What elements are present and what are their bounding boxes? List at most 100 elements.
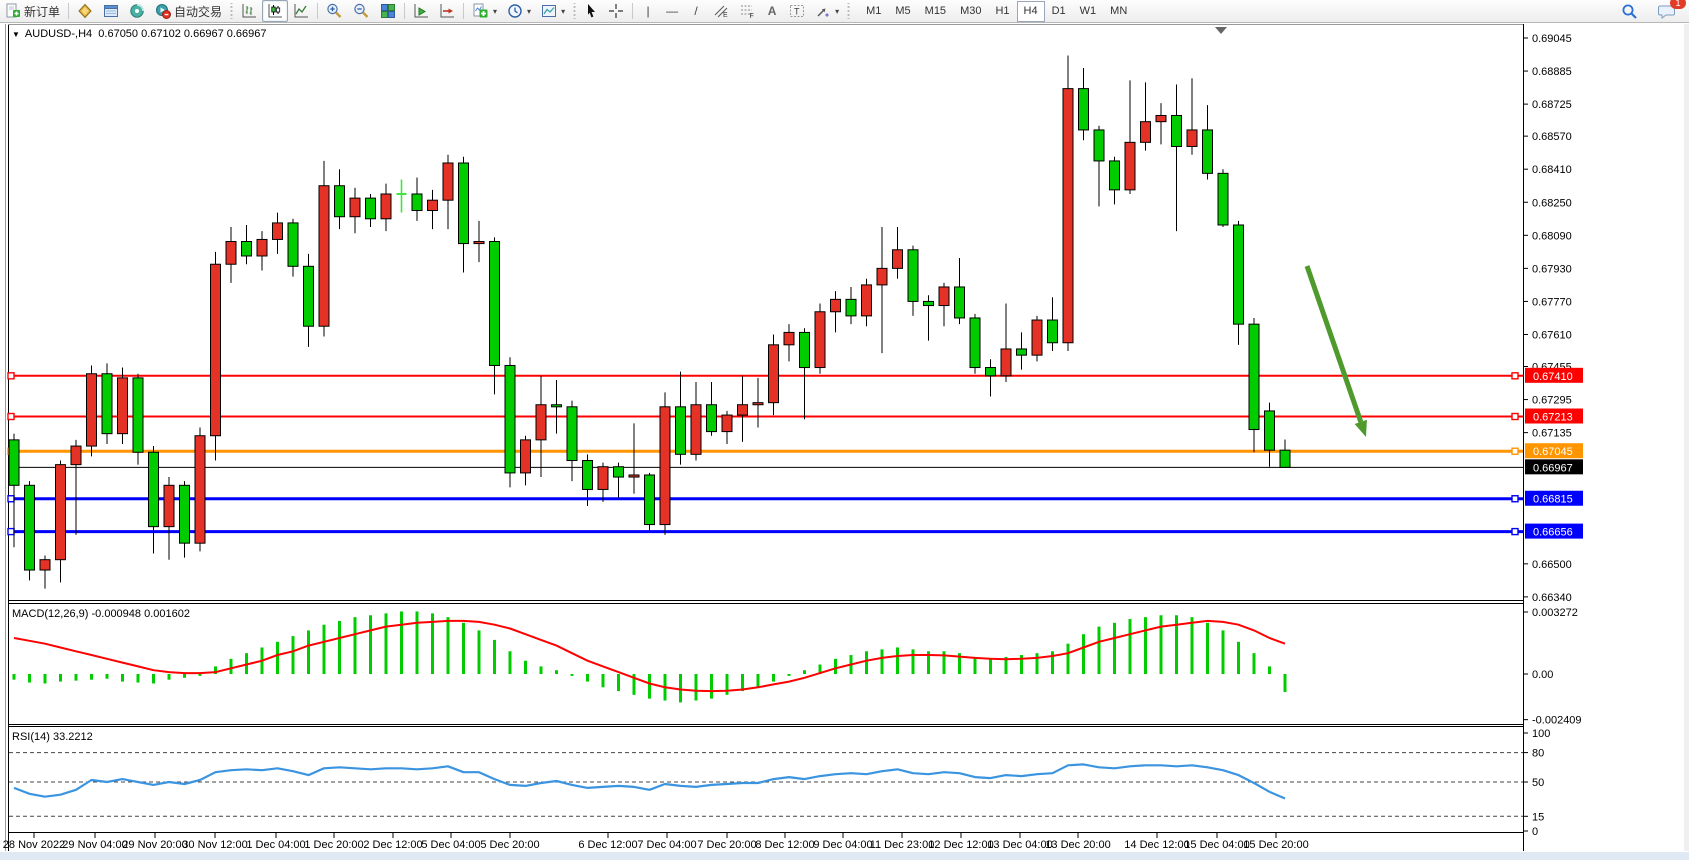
notifications-button[interactable]: 1: [1653, 0, 1681, 22]
macd-label: MACD(12,26,9) -0.000948 0.001602: [12, 608, 190, 620]
svg-text:0.68090: 0.68090: [1532, 230, 1572, 242]
timeframe-d1[interactable]: D1: [1045, 1, 1073, 22]
horizontal-line-button[interactable]: —: [660, 0, 684, 22]
bar-chart-button[interactable]: [236, 0, 262, 22]
zoom-out-button[interactable]: [348, 0, 375, 22]
chart-svg[interactable]: 0.690450.688850.687250.685700.684100.682…: [0, 23, 1689, 860]
svg-text:1 Dec 20:00: 1 Dec 20:00: [304, 839, 363, 851]
svg-text:0.67930: 0.67930: [1532, 263, 1572, 275]
navigator-button[interactable]: [124, 0, 150, 22]
toolbar-grip[interactable]: [572, 3, 577, 19]
periods-dropdown-caret[interactable]: ▾: [527, 7, 531, 16]
auto-scroll-button[interactable]: [408, 0, 434, 22]
fibonacci-button[interactable]: F: [734, 0, 760, 22]
svg-text:0.67770: 0.67770: [1532, 296, 1572, 308]
svg-text:0.67295: 0.67295: [1532, 395, 1572, 407]
arrows-tool-icon: [815, 3, 831, 19]
timeframe-m30[interactable]: M30: [953, 1, 988, 22]
svg-text:15 Dec 04:00: 15 Dec 04:00: [1184, 839, 1249, 851]
mt4-window: 新订单: [0, 0, 1689, 860]
templates-dropdown-caret[interactable]: ▾: [561, 7, 565, 16]
navigator-icon: [129, 3, 145, 19]
label-button[interactable]: T: [784, 0, 810, 22]
data-window-button[interactable]: [98, 0, 124, 22]
indicators-icon: [472, 3, 489, 19]
autotrading-button[interactable]: 自动交易: [150, 0, 227, 22]
svg-text:0.67410: 0.67410: [1533, 371, 1573, 383]
separator: [317, 3, 318, 19]
trendline-button[interactable]: /: [684, 0, 708, 22]
svg-text:6 Dec 12:00: 6 Dec 12:00: [578, 839, 637, 851]
timeframe-mn[interactable]: MN: [1103, 1, 1134, 22]
chart-shift-marker[interactable]: [1215, 27, 1227, 34]
chart-ohlc: 0.67050 0.67102 0.66967 0.66967: [98, 28, 266, 40]
cursor-icon: [584, 3, 598, 19]
equidistant-channel-button[interactable]: E: [708, 0, 734, 22]
svg-text:30 Nov 12:00: 30 Nov 12:00: [182, 839, 247, 851]
svg-text:29 Nov 04:00: 29 Nov 04:00: [62, 839, 127, 851]
toolbar: 新订单: [0, 0, 1689, 23]
toolbar-grip[interactable]: [846, 3, 851, 19]
chart-shift-icon: [439, 3, 455, 19]
svg-text:0.67135: 0.67135: [1532, 428, 1572, 440]
timeframe-h1[interactable]: H1: [988, 1, 1016, 22]
svg-text:7 Dec 04:00: 7 Dec 04:00: [637, 839, 696, 851]
zoom-group: [321, 0, 401, 22]
text-button[interactable]: A: [760, 0, 784, 22]
horizontal-line-objects[interactable]: 0.674100.672130.670450.669670.668150.666…: [8, 368, 1583, 539]
autotrading-icon: [155, 3, 171, 19]
timeframe-h4[interactable]: H4: [1017, 1, 1045, 22]
crosshair-button[interactable]: [603, 0, 629, 22]
price-chart[interactable]: 0.690450.688850.687250.685700.684100.682…: [0, 23, 1689, 860]
svg-text:0.66500: 0.66500: [1532, 559, 1572, 571]
horizontal-line-icon: —: [665, 4, 679, 18]
indicators-button[interactable]: ▾: [467, 0, 502, 22]
cursor-button[interactable]: [579, 0, 603, 22]
trend-arrow-annotation[interactable]: [1307, 266, 1367, 437]
chart-shift-button[interactable]: [434, 0, 460, 22]
tile-windows-button[interactable]: [375, 0, 401, 22]
timeframe-w1[interactable]: W1: [1073, 1, 1104, 22]
candlestick-icon: [267, 3, 283, 19]
fibonacci-icon: F: [739, 3, 755, 19]
svg-text:14 Dec 12:00: 14 Dec 12:00: [1124, 839, 1189, 851]
periods-button[interactable]: ▾: [502, 0, 536, 22]
indicators-dropdown-caret[interactable]: ▾: [493, 7, 497, 16]
arrows-dropdown-caret[interactable]: ▾: [835, 7, 839, 16]
macd-histogram: [14, 611, 1285, 702]
svg-text:80: 80: [1532, 748, 1544, 760]
macd-values: -0.000948 0.001602: [91, 608, 189, 620]
svg-text:0.68570: 0.68570: [1532, 131, 1572, 143]
zoom-in-button[interactable]: [321, 0, 348, 22]
market-watch-icon: [77, 3, 93, 19]
timeframe-m15[interactable]: M15: [918, 1, 953, 22]
rsi-label: RSI(14) 33.2212: [12, 731, 93, 743]
candlestick-button[interactable]: [262, 0, 288, 22]
svg-text:9 Dec 04:00: 9 Dec 04:00: [813, 839, 872, 851]
price-axis[interactable]: 0.690450.688850.687250.685700.684100.682…: [1523, 33, 1572, 604]
vertical-line-button[interactable]: |: [636, 0, 660, 22]
svg-text:8 Dec 12:00: 8 Dec 12:00: [755, 839, 814, 851]
new-order-button[interactable]: 新订单: [0, 0, 65, 22]
svg-text:12 Dec 12:00: 12 Dec 12:00: [928, 839, 993, 851]
svg-text:11 Dec 23:00: 11 Dec 23:00: [870, 839, 935, 851]
vertical-line-icon: |: [641, 4, 655, 18]
svg-text:0.66815: 0.66815: [1533, 494, 1573, 506]
timeframe-m5[interactable]: M5: [888, 1, 917, 22]
arrows-tool-button[interactable]: ▾: [810, 0, 844, 22]
chart-window: ▼AUDUSD-,H4 0.67050 0.67102 0.66967 0.66…: [0, 23, 1689, 860]
line-chart-button[interactable]: [288, 0, 314, 22]
market-watch-button[interactable]: [72, 0, 98, 22]
toolbar-grip[interactable]: [229, 3, 234, 19]
search-button[interactable]: [1616, 0, 1643, 22]
timeframe-m1[interactable]: M1: [859, 1, 888, 22]
svg-text:0: 0: [1532, 826, 1538, 838]
chart-type-group: [236, 0, 314, 22]
svg-text:2 Dec 12:00: 2 Dec 12:00: [363, 839, 422, 851]
new-order-label: 新订单: [24, 3, 60, 20]
svg-text:5 Dec 20:00: 5 Dec 20:00: [480, 839, 539, 851]
templates-button[interactable]: ▾: [536, 0, 570, 22]
chart-context-arrow-icon[interactable]: ▼: [12, 30, 20, 39]
svg-text:28 Nov 2022: 28 Nov 2022: [3, 839, 65, 851]
time-axis[interactable]: 28 Nov 202229 Nov 04:0029 Nov 20:0030 No…: [3, 833, 1309, 851]
